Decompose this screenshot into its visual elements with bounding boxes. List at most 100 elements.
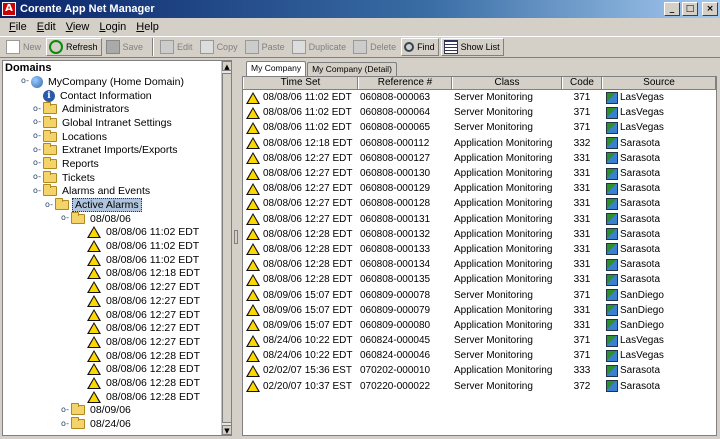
tree-node-label: Locations [62, 130, 107, 143]
tab-my-company-detail[interactable]: My Company (Detail) [307, 62, 397, 76]
expand-icon[interactable]: o- [59, 419, 71, 429]
tree-node[interactable]: o- 08/08/06 [3, 211, 231, 226]
collapse-icon[interactable]: o- [31, 186, 43, 196]
refresh-button[interactable]: Refresh [46, 38, 102, 56]
table-row[interactable]: 02/20/07 10:37 EST 070220-000022 Server Mo… [243, 379, 716, 394]
cell-code: 332 [573, 137, 591, 149]
table-row[interactable]: 08/08/06 11:02 EDT 060808-000063 Server Mo… [243, 90, 716, 105]
duplicate-button[interactable]: Duplicate [290, 38, 350, 56]
tree-alarm-item[interactable]: 08/08/06 11:02 EDT [3, 253, 231, 267]
tree-node-label: 08/08/06 12:28 EDT [106, 349, 200, 362]
menu-edit[interactable]: Edit [32, 21, 61, 33]
folder-icon [43, 102, 57, 115]
tree-node[interactable]: o- Extranet Imports/Exports [3, 143, 231, 157]
table-row[interactable]: 08/08/06 12:27 EDT 060808-000131 Applicati… [243, 212, 716, 227]
cell-code: 331 [573, 183, 591, 195]
collapse-icon[interactable]: o- [43, 200, 55, 210]
warning-icon [246, 258, 260, 271]
table-row[interactable]: 08/08/06 12:28 EDT 060808-000133 Applicati… [243, 242, 716, 257]
column-header-class[interactable]: Class [452, 77, 562, 89]
table-row[interactable]: 08/24/06 10:22 EDT 060824-000045 Server Mo… [243, 333, 716, 348]
scroll-up-icon[interactable]: ▲ [222, 61, 231, 71]
tree-alarm-item[interactable]: 08/08/06 12:27 EDT [3, 308, 231, 322]
expand-icon[interactable]: o- [31, 104, 43, 114]
table-row[interactable]: 08/08/06 12:28 EDT 060808-000135 Applicati… [243, 272, 716, 287]
table-row[interactable]: 08/09/06 15:07 EDT 060809-000078 Server Mo… [243, 287, 716, 302]
menu-login[interactable]: Login [94, 21, 131, 33]
tree-alarm-item[interactable]: 08/08/06 12:28 EDT [3, 390, 231, 404]
table-row[interactable]: 08/08/06 11:02 EDT 060808-000064 Server Mo… [243, 105, 716, 120]
table-row[interactable]: 08/09/06 15:07 EDT 060809-000079 Applicati… [243, 303, 716, 318]
menu-view[interactable]: View [61, 21, 95, 33]
tree-alarm-item[interactable]: 08/08/06 12:18 EDT [3, 267, 231, 281]
table-row[interactable]: 08/08/06 12:27 EDT 060808-000127 Applicati… [243, 151, 716, 166]
tree-alarm-item[interactable]: 08/08/06 12:27 EDT [3, 294, 231, 308]
tree-alarm-item[interactable]: 08/08/06 11:02 EDT [3, 226, 231, 240]
warning-icon [246, 380, 260, 393]
cell-reference: 060808-000131 [360, 213, 431, 225]
column-header-source[interactable]: Source [602, 77, 716, 89]
new-button[interactable]: New [4, 38, 44, 56]
column-header-reference[interactable]: Reference # [358, 77, 452, 89]
table-row[interactable]: 08/24/06 10:22 EDT 060824-000046 Server Mo… [243, 348, 716, 363]
save-button[interactable]: Save [104, 38, 147, 56]
tree-node[interactable]: o- 08/24/06 [3, 417, 231, 431]
warning-icon [87, 294, 101, 307]
tree-alarm-item[interactable]: 08/08/06 12:28 EDT [3, 349, 231, 363]
tree-node[interactable]: o- Locations [3, 129, 231, 144]
expand-icon[interactable]: o- [31, 159, 43, 168]
column-header-code[interactable]: Code [562, 77, 602, 89]
location-icon [606, 304, 618, 317]
tree-node[interactable]: o- Alarms and Events [3, 184, 231, 199]
tree-node[interactable]: o- MyCompany (Home Domain) [3, 75, 231, 89]
copy-button[interactable]: Copy [198, 38, 241, 56]
expand-icon[interactable]: o- [59, 405, 71, 415]
scroll-thumb[interactable] [222, 73, 231, 423]
collapse-icon[interactable]: o- [19, 77, 31, 86]
tree-node[interactable]: o- 08/09/06 [3, 403, 231, 418]
table-row[interactable]: 08/08/06 12:27 EDT 060808-000130 Applicati… [243, 166, 716, 181]
tree-alarm-item[interactable]: 08/08/06 12:28 EDT [3, 376, 231, 390]
scroll-down-icon[interactable]: ▼ [222, 425, 231, 435]
expand-icon[interactable]: o- [31, 173, 43, 182]
tree-node[interactable]: o- Tickets [3, 170, 231, 185]
tab-my-company[interactable]: My Company [246, 61, 307, 76]
tree-node[interactable]: o- Active Alarms [3, 198, 231, 213]
expand-icon[interactable]: o- [31, 118, 43, 127]
collapse-icon[interactable]: o- [59, 214, 71, 223]
paste-button[interactable]: Paste [243, 38, 288, 56]
tree-alarm-item[interactable]: 08/08/06 12:27 EDT [3, 321, 231, 335]
tree-node[interactable]: o- Global Intranet Settings [3, 115, 231, 130]
tree-alarm-item[interactable]: 08/08/06 12:28 EDT [3, 362, 231, 376]
expand-icon[interactable]: o- [31, 145, 43, 155]
table-row[interactable]: 08/08/06 11:02 EDT 060808-000065 Server Mo… [243, 120, 716, 135]
delete-button[interactable]: Delete [351, 38, 399, 56]
split-divider[interactable] [233, 60, 239, 436]
table-row[interactable]: 02/02/07 15:36 EST 070202-000010 Applicati… [243, 363, 716, 378]
minimize-icon[interactable]: _ [664, 2, 680, 16]
menu-file[interactable]: File [4, 21, 32, 33]
show-list-button[interactable]: Show List [440, 38, 504, 56]
table-row[interactable]: 08/08/06 12:28 EDT 060808-000132 Applicati… [243, 227, 716, 242]
maximize-icon[interactable]: □ [682, 2, 698, 16]
tree-alarm-item[interactable]: 08/08/06 12:27 EDT [3, 335, 231, 349]
table-row[interactable]: 08/09/06 15:07 EDT 060809-000080 Applicati… [243, 318, 716, 333]
close-icon[interactable]: × [702, 2, 718, 16]
menu-help[interactable]: Help [131, 21, 164, 33]
table-row[interactable]: 08/08/06 12:28 EDT 060808-000134 Applicati… [243, 257, 716, 272]
table-row[interactable]: 08/08/06 12:27 EDT 060808-000128 Applicati… [243, 196, 716, 211]
expand-icon[interactable]: o- [31, 132, 43, 141]
divider-grip-icon[interactable] [234, 230, 238, 244]
warning-icon [87, 240, 101, 253]
table-row[interactable]: 08/08/06 12:27 EDT 060808-000129 Applicati… [243, 181, 716, 196]
tree-node[interactable]: o- Administrators [3, 102, 231, 116]
find-button[interactable]: Find [401, 38, 439, 56]
tree-alarm-item[interactable]: 08/08/06 11:02 EDT [3, 239, 231, 253]
tree-node[interactable]: i Contact Information [3, 89, 231, 103]
column-header-time-set[interactable]: Time Set [243, 77, 358, 89]
table-row[interactable]: 08/08/06 12:18 EDT 060808-000112 Applicati… [243, 136, 716, 151]
tree-scrollbar[interactable]: ▲ ▼ [221, 61, 231, 435]
edit-button[interactable]: Edit [158, 38, 196, 56]
tree-alarm-item[interactable]: 08/08/06 12:27 EDT [3, 280, 231, 294]
tree-node[interactable]: o- Reports [3, 156, 231, 171]
